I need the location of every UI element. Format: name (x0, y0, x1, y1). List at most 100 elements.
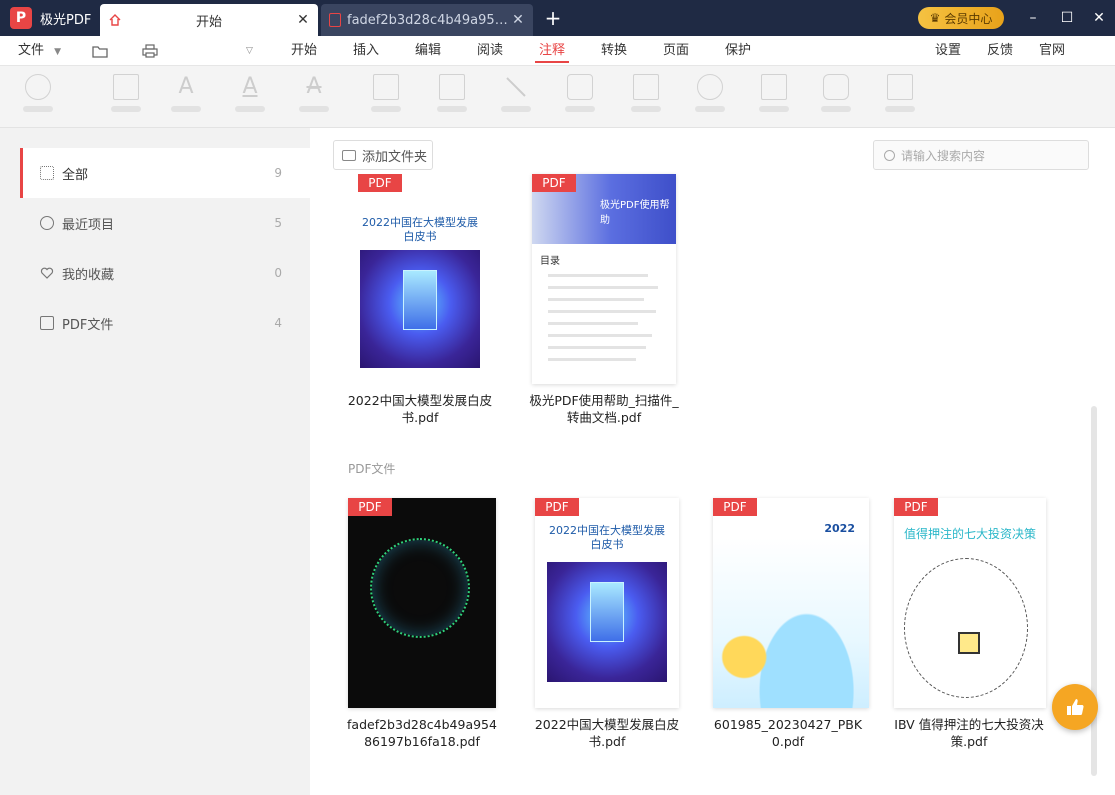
pdf-badge: PDF (358, 174, 402, 192)
sidebar-item-label: 全部 (62, 167, 89, 183)
add-folder-button[interactable]: 添加文件夹 (333, 140, 433, 170)
menu-page[interactable]: 页面 (663, 36, 689, 66)
hand-tool-icon[interactable] (18, 74, 58, 122)
window-close-button[interactable]: ✕ (1082, 0, 1115, 36)
section-heading-pdf: PDF文件 (348, 462, 396, 476)
vip-center-button[interactable]: ♛ 会员中心 (918, 7, 1004, 29)
menu-file-label: 文件 (18, 43, 45, 58)
heart-icon (40, 266, 54, 280)
thumbnail-title: 极光PDF使用帮助 (600, 200, 670, 226)
file-name: IBV 值得押注的七大投资决策.pdf (894, 717, 1044, 749)
pdf-badge: PDF (894, 498, 938, 516)
strikethrough-tool-icon[interactable]: A (294, 74, 334, 122)
thumbnail-title: 值得押注的七大投资决策 (904, 527, 1037, 541)
file-card[interactable]: PDF 2022 601985_20230427_PBK0.pdf (713, 498, 869, 750)
sidebar-item-count: 0 (274, 266, 282, 280)
thumbs-up-icon (1067, 699, 1084, 715)
stamp-tool-icon[interactable] (816, 74, 856, 122)
area-tool-icon[interactable] (754, 74, 794, 122)
file-card[interactable]: PDF fadef2b3d28c4b49a95486197b16fa18.pdf (347, 498, 497, 750)
sidebar-item-all[interactable]: 全部 9 (20, 148, 310, 198)
file-browser: 添加文件夹 请输入搜索内容 PDF 2022中国在大模型发展白皮书 2022中国… (310, 128, 1115, 795)
grid-icon (40, 166, 54, 180)
note-tool-icon[interactable] (106, 74, 146, 122)
ellipse-tool-icon[interactable] (690, 74, 730, 122)
folder-pdf-icon (40, 316, 54, 330)
chip-icon (958, 632, 980, 654)
open-folder-icon[interactable] (92, 36, 108, 66)
sidebar-item-count: 4 (274, 316, 282, 330)
menu-insert[interactable]: 插入 (353, 36, 379, 66)
city-illustration (360, 250, 480, 368)
textbox-tool-icon[interactable] (366, 74, 406, 122)
sidebar-item-pdf-files[interactable]: PDF文件 4 (20, 298, 310, 348)
tab-start[interactable]: 开始 ✕ (100, 4, 318, 36)
file-name: 601985_20230427_PBK0.pdf (713, 717, 863, 749)
menu-feedback[interactable]: 反馈 (987, 36, 1013, 66)
quick-access-dropdown-icon[interactable]: ▽ (246, 36, 253, 66)
line-tool-icon[interactable] (496, 74, 536, 122)
sidebar-nav: 全部 9 最近项目 5 我的收藏 0 PDF文件 4 (20, 148, 310, 348)
maximize-button[interactable]: ☐ (1050, 0, 1084, 36)
crown-icon: ♛ (929, 11, 941, 25)
menu-read[interactable]: 阅读 (477, 36, 503, 66)
sidebar-item-recent[interactable]: 最近项目 5 (20, 198, 310, 248)
rectangle-tool-icon[interactable] (626, 74, 666, 122)
circuit-illustration (904, 558, 1028, 698)
close-icon[interactable]: ✕ (296, 12, 310, 28)
attachment-tool-icon[interactable] (880, 74, 920, 122)
menu-edit[interactable]: 编辑 (415, 36, 441, 66)
file-card[interactable]: PDF 值得押注的七大投资决策 IBV 值得押注的七大投资决策.pdf (894, 498, 1046, 750)
sidebar-item-label: PDF文件 (62, 317, 114, 333)
chevron-down-icon: ▼ (54, 47, 62, 57)
thumbnail-title: 2022 (824, 522, 855, 535)
annotation-toolbar: A A A (0, 66, 1115, 128)
menu-start[interactable]: 开始 (291, 36, 317, 66)
file-thumbnail: PDF 2022 (713, 498, 869, 708)
vip-label: 会员中心 (944, 11, 993, 26)
file-thumbnail: PDF 极光PDF使用帮助 目录 (532, 174, 676, 384)
pdf-badge: PDF (535, 498, 579, 516)
home-icon (108, 13, 122, 27)
thumbs-up-button[interactable] (1052, 684, 1098, 730)
app-name: 极光PDF (40, 12, 92, 28)
app-logo-icon: P (10, 7, 32, 29)
clock-icon (40, 216, 54, 230)
callout-tool-icon[interactable] (432, 74, 472, 122)
file-thumbnail: PDF 值得押注的七大投资决策 (894, 498, 1046, 708)
add-folder-label: 添加文件夹 (362, 149, 428, 165)
close-icon[interactable]: ✕ (511, 12, 525, 28)
city-illustration (547, 562, 667, 682)
menu-settings[interactable]: 设置 (935, 36, 961, 66)
folder-icon (342, 149, 356, 161)
file-name: 2022中国大模型发展白皮书.pdf (534, 717, 680, 749)
file-name: fadef2b3d28c4b49a95486197b16fa18.pdf (347, 717, 497, 749)
search-icon (884, 149, 895, 161)
file-card[interactable]: PDF 2022中国在大模型发展白皮书 2022中国大模型发展白皮书.pdf (345, 174, 495, 426)
menu-annotate[interactable]: 注释 (534, 36, 570, 66)
arrow-tool-icon[interactable] (560, 74, 600, 122)
file-thumbnail: PDF 2022中国在大模型发展白皮书 (535, 498, 679, 708)
file-card[interactable]: PDF 极光PDF使用帮助 目录 极光PDF使用帮助_扫描件_转曲文档.pdf (529, 174, 679, 426)
pdf-badge: PDF (532, 174, 576, 192)
menu-protect[interactable]: 保护 (725, 36, 751, 66)
tab-label: 开始 (195, 14, 222, 30)
file-thumbnail: PDF (348, 498, 496, 708)
print-icon[interactable] (142, 36, 158, 66)
sidebar-item-label: 最近项目 (62, 217, 115, 233)
sidebar-item-label: 我的收藏 (62, 267, 115, 283)
sidebar-item-favorites[interactable]: 我的收藏 0 (20, 248, 310, 298)
search-placeholder: 请输入搜索内容 (901, 148, 986, 163)
app-logo: P 极光PDF (0, 0, 100, 36)
file-card[interactable]: PDF 2022中国在大模型发展白皮书 2022中国大模型发展白皮书.pdf (532, 498, 682, 750)
search-input[interactable]: 请输入搜索内容 (873, 140, 1089, 170)
menu-file[interactable]: 文件 ▼ (18, 36, 61, 66)
tab-document[interactable]: fadef2b3d28c4b49a9548... ✕ (321, 4, 533, 36)
menu-website[interactable]: 官网 (1039, 36, 1065, 66)
new-tab-button[interactable]: + (533, 0, 573, 36)
minimize-button[interactable]: – (1016, 0, 1050, 36)
menu-convert[interactable]: 转换 (601, 36, 627, 66)
icon-cloud-illustration (370, 538, 470, 638)
text-tool-icon[interactable]: A (166, 74, 206, 122)
underline-tool-icon[interactable]: A (230, 74, 270, 122)
